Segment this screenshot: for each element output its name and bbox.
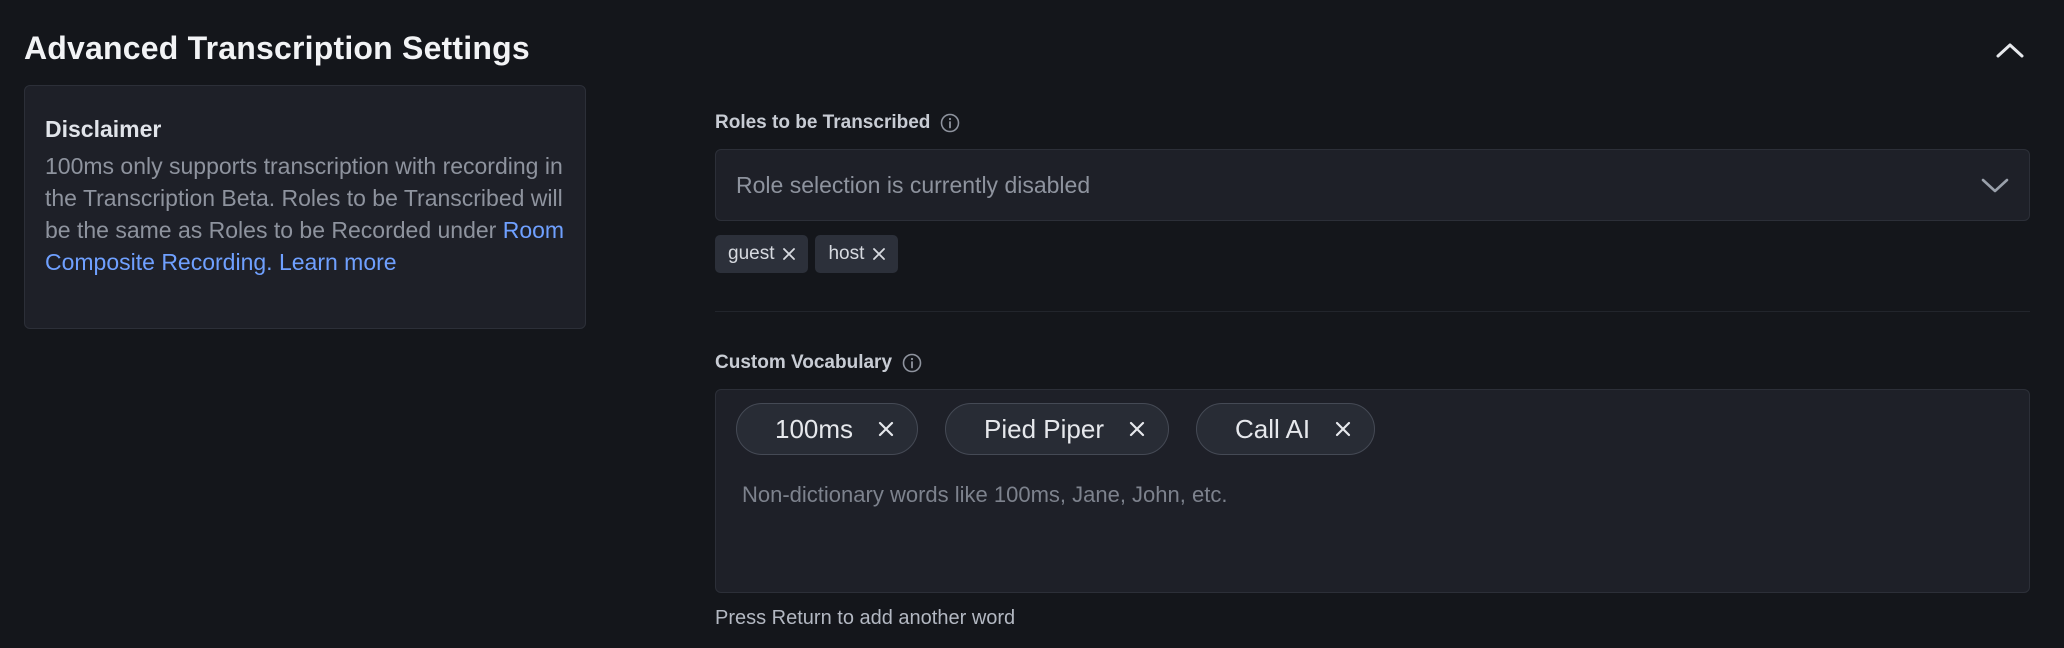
disclaimer-box: Disclaimer 100ms only supports transcrip… xyxy=(24,85,586,329)
section-divider xyxy=(715,311,2030,312)
roles-label: Roles to be Transcribed xyxy=(715,112,960,134)
roles-label-text: Roles to be Transcribed xyxy=(715,112,931,133)
vocab-chip-label: Pied Piper xyxy=(984,413,1105,444)
chevron-up-icon xyxy=(1996,43,2024,58)
roles-tags: guest host xyxy=(715,235,899,273)
vocabulary-hint: Press Return to add another word xyxy=(715,607,1016,629)
custom-vocabulary-field[interactable]: 100ms Pied Piper Call AI xyxy=(715,389,2030,593)
vocab-chip-100ms: 100ms xyxy=(736,403,919,455)
vocabulary-label: Custom Vocabulary xyxy=(715,352,922,374)
role-tag-guest: guest xyxy=(715,235,809,273)
disclaimer-body: 100ms only supports transcription with r… xyxy=(45,153,563,243)
role-tag-host: host xyxy=(815,235,899,273)
remove-tag-icon[interactable] xyxy=(872,247,886,261)
remove-chip-icon[interactable] xyxy=(877,420,895,438)
remove-tag-icon[interactable] xyxy=(782,247,796,261)
remove-chip-icon[interactable] xyxy=(1334,420,1352,438)
vocab-chip-label: 100ms xyxy=(775,413,854,444)
remove-chip-icon[interactable] xyxy=(1128,420,1146,438)
collapse-section-button[interactable] xyxy=(1990,30,2030,70)
advanced-transcription-settings-section: Advanced Transcription Settings Disclaim… xyxy=(0,0,2064,648)
chevron-down-icon xyxy=(1981,178,2009,193)
vocabulary-label-text: Custom Vocabulary xyxy=(715,352,893,373)
vocabulary-input[interactable] xyxy=(742,482,1942,508)
info-icon[interactable] xyxy=(940,113,960,133)
section-title: Advanced Transcription Settings xyxy=(24,30,530,66)
role-tag-label: host xyxy=(828,243,865,264)
learn-more-link[interactable]: Learn more xyxy=(279,249,397,275)
role-tag-label: guest xyxy=(728,243,775,264)
link-separator: . xyxy=(266,249,273,275)
roles-select[interactable]: Role selection is currently disabled xyxy=(715,149,2030,221)
info-icon[interactable] xyxy=(902,353,922,373)
disclaimer-text: 100ms only supports transcription with r… xyxy=(45,150,565,278)
vocab-chip-label: Call AI xyxy=(1235,413,1311,444)
vocab-chip-pied-piper: Pied Piper xyxy=(945,403,1170,455)
vocab-chip-call-ai: Call AI xyxy=(1196,403,1376,455)
disclaimer-title: Disclaimer xyxy=(45,116,162,142)
roles-select-placeholder: Role selection is currently disabled xyxy=(736,171,1091,198)
vocabulary-chips: 100ms Pied Piper Call AI xyxy=(736,403,1376,455)
